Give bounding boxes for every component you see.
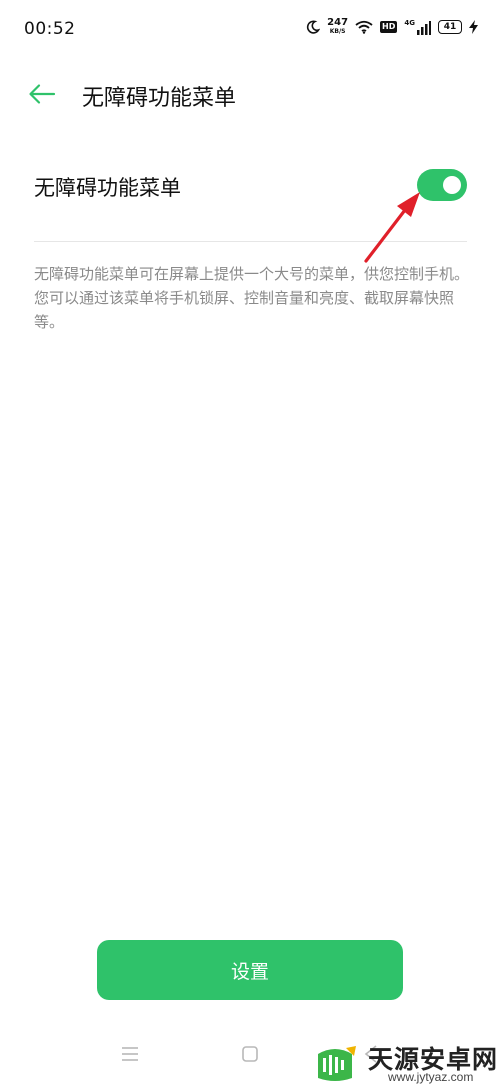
home-icon[interactable] [242, 1046, 258, 1062]
setting-description: 无障碍功能菜单可在屏幕上提供一个大号的菜单，供您控制手机。您可以通过该菜单将手机… [34, 265, 470, 331]
divider [34, 241, 467, 242]
status-icons: 247 KB/S HD 4G 41 [306, 18, 478, 36]
signal-bars-icon [417, 20, 431, 35]
battery-level: 41 [443, 22, 457, 32]
battery-indicator: 41 [438, 20, 462, 34]
wifi-icon [355, 20, 373, 34]
network-speed: 247 KB/S [327, 18, 348, 36]
setting-label: 无障碍功能菜单 [34, 176, 181, 200]
network-type-label: 4G [404, 18, 415, 27]
settings-button-label: 设置 [230, 960, 269, 983]
hd-badge: HD [380, 21, 398, 33]
watermark-logo-icon [318, 1046, 356, 1081]
back-arrow-icon[interactable] [28, 82, 56, 106]
settings-button[interactable]: 设置 [97, 940, 403, 1000]
toggle-knob [443, 176, 461, 194]
network-speed-unit: KB/S [329, 28, 346, 35]
page-title: 无障碍功能菜单 [82, 86, 237, 111]
accessibility-menu-toggle[interactable] [417, 169, 467, 201]
status-time: 00:52 [24, 19, 76, 39]
page-header: 无障碍功能菜单 [0, 70, 500, 120]
charging-bolt-icon [469, 20, 478, 34]
moon-icon [307, 20, 321, 34]
network-speed-value: 247 [327, 17, 349, 28]
status-bar: 00:52 247 KB/S HD 4G 41 [0, 0, 500, 60]
watermark: 天源安卓网 www.jytyaz.com [300, 1038, 500, 1084]
recent-apps-icon[interactable] [120, 1046, 140, 1062]
cellular-signal: 4G [404, 18, 431, 35]
watermark-url: www.jytyaz.com [388, 1070, 474, 1084]
accessibility-menu-setting-row[interactable]: 无障碍功能菜单 [34, 160, 467, 212]
